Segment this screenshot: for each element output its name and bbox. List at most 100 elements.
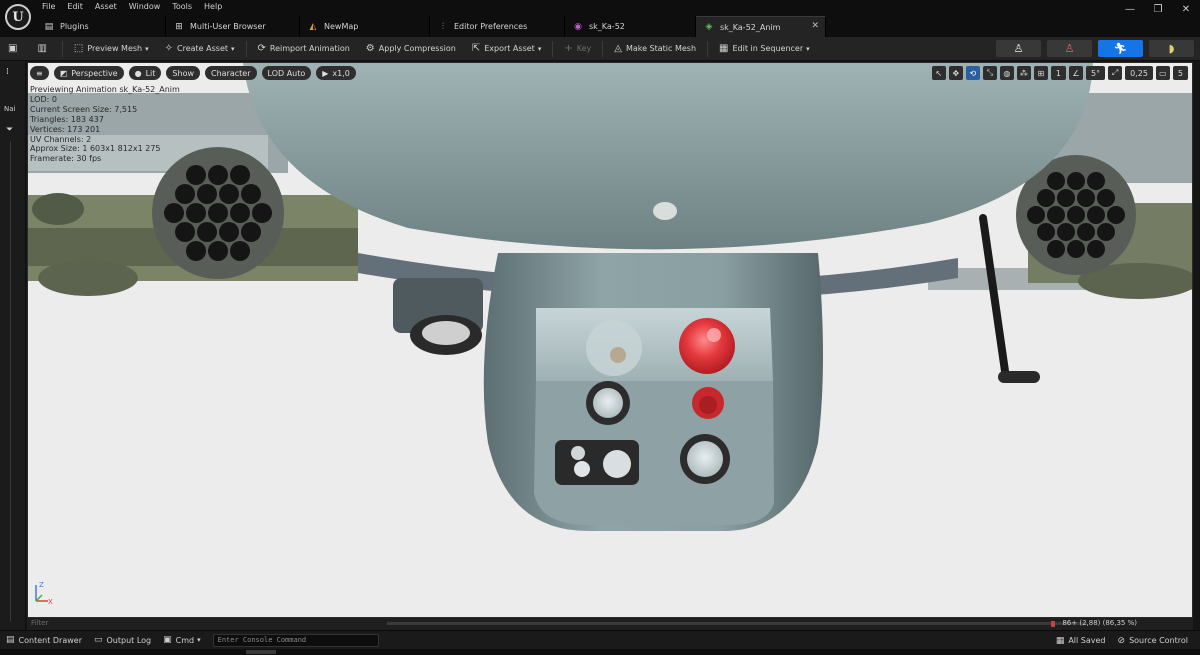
surface-snap-icon[interactable]: ⁂ [1016, 66, 1031, 80]
translate-icon[interactable]: ✥ [948, 66, 963, 80]
terminal-icon: ▣ [163, 635, 172, 645]
menu-edit[interactable]: Edit [61, 0, 89, 14]
reimport-animation-button[interactable]: ⟳ Reimport Animation [250, 37, 358, 61]
view-mode-label: Perspective [71, 68, 118, 78]
stat-triangles: Triangles: 183 437 [30, 114, 104, 124]
cmd-label: Cmd [175, 635, 195, 645]
collapsed-side-panel: ⁞ Nai ⏷ [0, 61, 26, 630]
side-panel-label[interactable]: Nai [4, 105, 15, 113]
animation-mode-button[interactable]: 🏃︎ [1098, 40, 1143, 57]
source-control-icon: ⊘ [1117, 635, 1126, 646]
preview-mesh-label: Preview Mesh [87, 44, 143, 53]
title-bar: U File Edit Asset Window Tools Help ▤ Pl… [0, 0, 1200, 37]
unreal-logo-icon[interactable]: U [5, 4, 31, 30]
tab-sk-ka-52-anim[interactable]: ◈ sk_Ka-52_Anim ✕ [696, 16, 826, 37]
all-saved-label: All Saved [1068, 636, 1106, 645]
all-saved-button[interactable]: ▦ All Saved [1050, 631, 1112, 650]
play-rate-button[interactable]: ▶ x1,0 [316, 66, 356, 80]
timeline-scrubber[interactable] [387, 622, 1087, 625]
create-asset-label: Create Asset [177, 44, 229, 53]
rotation-snap-value[interactable]: 5° [1086, 66, 1106, 80]
helicopter-sensor-turret-render [28, 63, 1192, 531]
physics-mode-button[interactable]: ◗ [1149, 40, 1194, 57]
world-space-icon[interactable]: ◍ [999, 66, 1014, 80]
tab-multi-user-browser[interactable]: ⊞ Multi-User Browser [166, 16, 300, 37]
menu-window[interactable]: Window [123, 0, 167, 14]
grid-snap-icon[interactable]: ⊞ [1033, 66, 1048, 80]
source-control-label: Source Control [1129, 636, 1188, 645]
show-flags-button[interactable]: Show [166, 66, 201, 80]
tab-plugins[interactable]: ▤ Plugins [36, 16, 166, 37]
folder-icon: ▥ [37, 43, 47, 54]
key-label: Key [576, 44, 592, 53]
skeleton-mode-button[interactable]: ♙ [996, 40, 1041, 57]
animation-viewport[interactable]: ≡ ◩ Perspective ● Lit Show Character LOD… [27, 62, 1193, 618]
lod-button[interactable]: LOD Auto [261, 66, 312, 80]
tab-newmap[interactable]: ◭ NewMap [300, 16, 430, 37]
source-control-button[interactable]: ⊘ Source Control [1112, 631, 1194, 650]
make-static-mesh-button[interactable]: ◬ Make Static Mesh [606, 37, 704, 61]
status-bar-right: ▦ All Saved ⊘ Source Control [1050, 631, 1194, 650]
minimize-icon[interactable]: — [1116, 0, 1144, 20]
character-button[interactable]: Character [205, 66, 257, 80]
browse-button[interactable]: ▥ [29, 37, 58, 61]
export-asset-button[interactable]: ⇱ Export Asset ▾ [464, 37, 550, 61]
tab-sk-ka-52[interactable]: ◉ sk_Ka-52 [565, 16, 696, 37]
scale-icon[interactable]: ⤡ [982, 66, 997, 80]
filter-icon[interactable]: ⏷ [6, 125, 13, 135]
rotate-icon[interactable]: ⟲ [965, 66, 980, 80]
key-button[interactable]: + Key [556, 37, 599, 61]
viewport-toolbar: ≡ ◩ Perspective ● Lit Show Character LOD… [30, 66, 356, 80]
menu-asset[interactable]: Asset [89, 0, 123, 14]
separator [602, 40, 604, 57]
level-icon: ◭ [309, 21, 317, 32]
panel-divider [10, 141, 11, 621]
menu-help[interactable]: Help [198, 0, 228, 14]
transform-toolbar: ↖ ✥ ⟲ ⤡ ◍ ⁂ ⊞ 1 ∠ 5° ⤢ 0,25 ▭ 5 [931, 66, 1188, 80]
rotation-snap-icon[interactable]: ∠ [1069, 66, 1083, 80]
viewport-options-button[interactable]: ≡ [30, 66, 49, 80]
select-icon[interactable]: ↖ [931, 66, 946, 80]
tab-label: NewMap [324, 22, 359, 31]
lighting-mode-button[interactable]: ● Lit [128, 66, 162, 80]
timeline-readout: 86+ (2,88) (86,35 %) [1062, 619, 1137, 627]
camera-speed-icon[interactable]: ▭ [1155, 66, 1170, 80]
chevron-down-icon: ▾ [145, 44, 149, 53]
stat-previewing: Previewing Animation sk_Ka-52_Anim [30, 85, 180, 94]
grid-icon[interactable]: ⁞ [6, 67, 18, 79]
edit-in-sequencer-label: Edit in Sequencer [732, 44, 804, 53]
output-log-button[interactable]: ▭ Output Log [88, 631, 157, 650]
console-command-input[interactable]: Enter Console Command [212, 633, 379, 647]
view-mode-button[interactable]: ◩ Perspective [53, 66, 124, 80]
play-icon: ▶ [322, 68, 329, 78]
show-label: Show [172, 68, 195, 78]
save-button[interactable]: ▣ [0, 37, 29, 61]
playhead-marker[interactable] [1051, 621, 1055, 627]
close-tab-icon[interactable]: ✕ [811, 21, 819, 31]
close-window-icon[interactable]: ✕ [1172, 0, 1200, 20]
content-drawer-button[interactable]: ▤ Content Drawer [0, 631, 88, 650]
apply-compression-button[interactable]: ⚙ Apply Compression [358, 37, 464, 61]
grid-size-value[interactable]: 1 [1050, 66, 1066, 80]
character-label: Character [211, 68, 251, 78]
timeline-filter[interactable]: Filter [31, 619, 48, 627]
stat-screen-size: Current Screen Size: 7,515 [30, 104, 138, 114]
scale-snap-value[interactable]: 0,25 [1125, 66, 1153, 80]
mesh-mode-button[interactable]: ♙ [1047, 40, 1092, 57]
create-asset-button[interactable]: ✧ Create Asset ▾ [157, 37, 243, 61]
menu-tools[interactable]: Tools [166, 0, 198, 14]
tab-editor-preferences[interactable]: ⫶ Editor Preferences [430, 16, 565, 37]
plug-icon: ▤ [44, 21, 54, 32]
camera-speed-value[interactable]: 5 [1172, 66, 1188, 80]
stat-approx-size: Approx Size: 1 603x1 812x1 275 [30, 144, 161, 154]
taskbar-edge [0, 649, 1200, 655]
preview-mesh-button[interactable]: ⬚ Preview Mesh ▾ [66, 37, 157, 61]
mesh-mode-icon: ♙ [1064, 42, 1075, 55]
scale-snap-icon[interactable]: ⤢ [1108, 66, 1123, 80]
taskbar-marker [246, 650, 276, 654]
menu-file[interactable]: File [36, 0, 61, 14]
edit-in-sequencer-button[interactable]: ▦ Edit in Sequencer ▾ [711, 37, 818, 61]
maximize-icon[interactable]: ❐ [1144, 0, 1172, 20]
cmd-dropdown[interactable]: ▣ Cmd ▾ [157, 631, 207, 650]
chevron-down-icon: ▾ [537, 44, 542, 53]
